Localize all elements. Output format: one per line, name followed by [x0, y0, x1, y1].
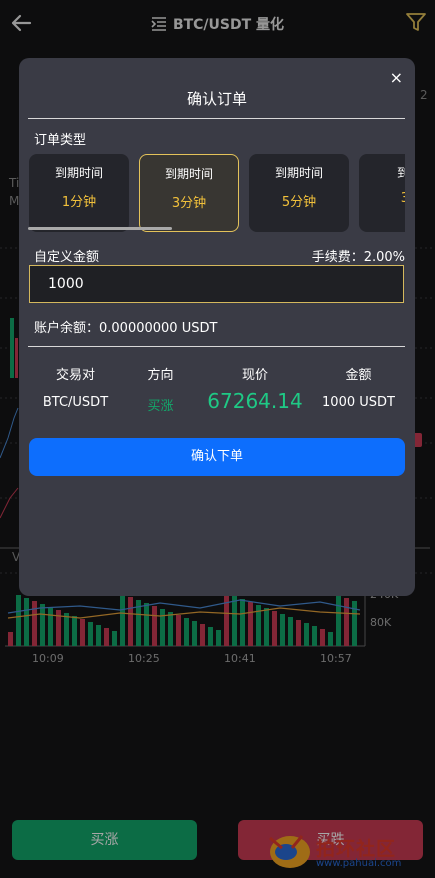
- expiry-label: 到期时间: [274, 166, 323, 180]
- price-value: 67264.14: [207, 389, 303, 413]
- divider: [28, 118, 405, 119]
- order-type-label: 订单类型: [34, 133, 87, 148]
- expiry-value: 30: [400, 191, 405, 206]
- expiry-value: 3分钟: [171, 196, 207, 211]
- summary-header: 金额: [345, 368, 372, 383]
- summary-header: 交易对: [55, 368, 95, 383]
- cards-scrollbar[interactable]: [28, 227, 172, 230]
- amount-input[interactable]: 1000: [29, 265, 404, 303]
- summary-pair: 交易对 BTC/USDT: [28, 364, 123, 410]
- expiry-option-5min[interactable]: 到期时间 5分钟: [249, 154, 349, 232]
- expiry-options: 到期时间 1分钟 到期时间 3分钟 到期时间 5分钟 到期 30: [28, 154, 405, 238]
- summary-header: 现价: [241, 368, 268, 383]
- summary-header: 方向: [147, 368, 174, 383]
- close-icon[interactable]: ×: [390, 68, 403, 87]
- confirm-order-button[interactable]: 确认下单: [29, 438, 405, 476]
- expiry-option-3min[interactable]: 到期时间 3分钟: [139, 154, 239, 232]
- fee-label: 手续费：2.00%: [311, 250, 405, 265]
- balance-label: 账户余额：0.00000000 USDT: [34, 321, 218, 336]
- summary-price: 现价 67264.14: [195, 364, 315, 413]
- expiry-value: 1分钟: [61, 195, 97, 210]
- expiry-label: 到期时间: [164, 167, 213, 181]
- summary-amount: 金额 1000 USDT: [311, 364, 406, 410]
- confirm-order-modal: × 确认订单 订单类型 到期时间 1分钟 到期时间 3分钟 到期时间 5分钟 到…: [19, 58, 415, 596]
- direction-value: 买涨: [147, 399, 174, 414]
- pair-value: BTC/USDT: [42, 395, 109, 410]
- expiry-label: 到期: [396, 166, 405, 180]
- custom-amount-label: 自定义金额: [34, 250, 100, 265]
- summary-direction: 方向 买涨: [113, 364, 208, 414]
- expiry-option-30[interactable]: 到期 30: [359, 154, 405, 232]
- expiry-label: 到期时间: [54, 166, 103, 180]
- expiry-value: 5分钟: [281, 195, 317, 210]
- modal-title: 确认订单: [186, 90, 247, 108]
- divider: [28, 346, 405, 347]
- amount-value: 1000 USDT: [322, 395, 395, 410]
- expiry-option-1min[interactable]: 到期时间 1分钟: [29, 154, 129, 232]
